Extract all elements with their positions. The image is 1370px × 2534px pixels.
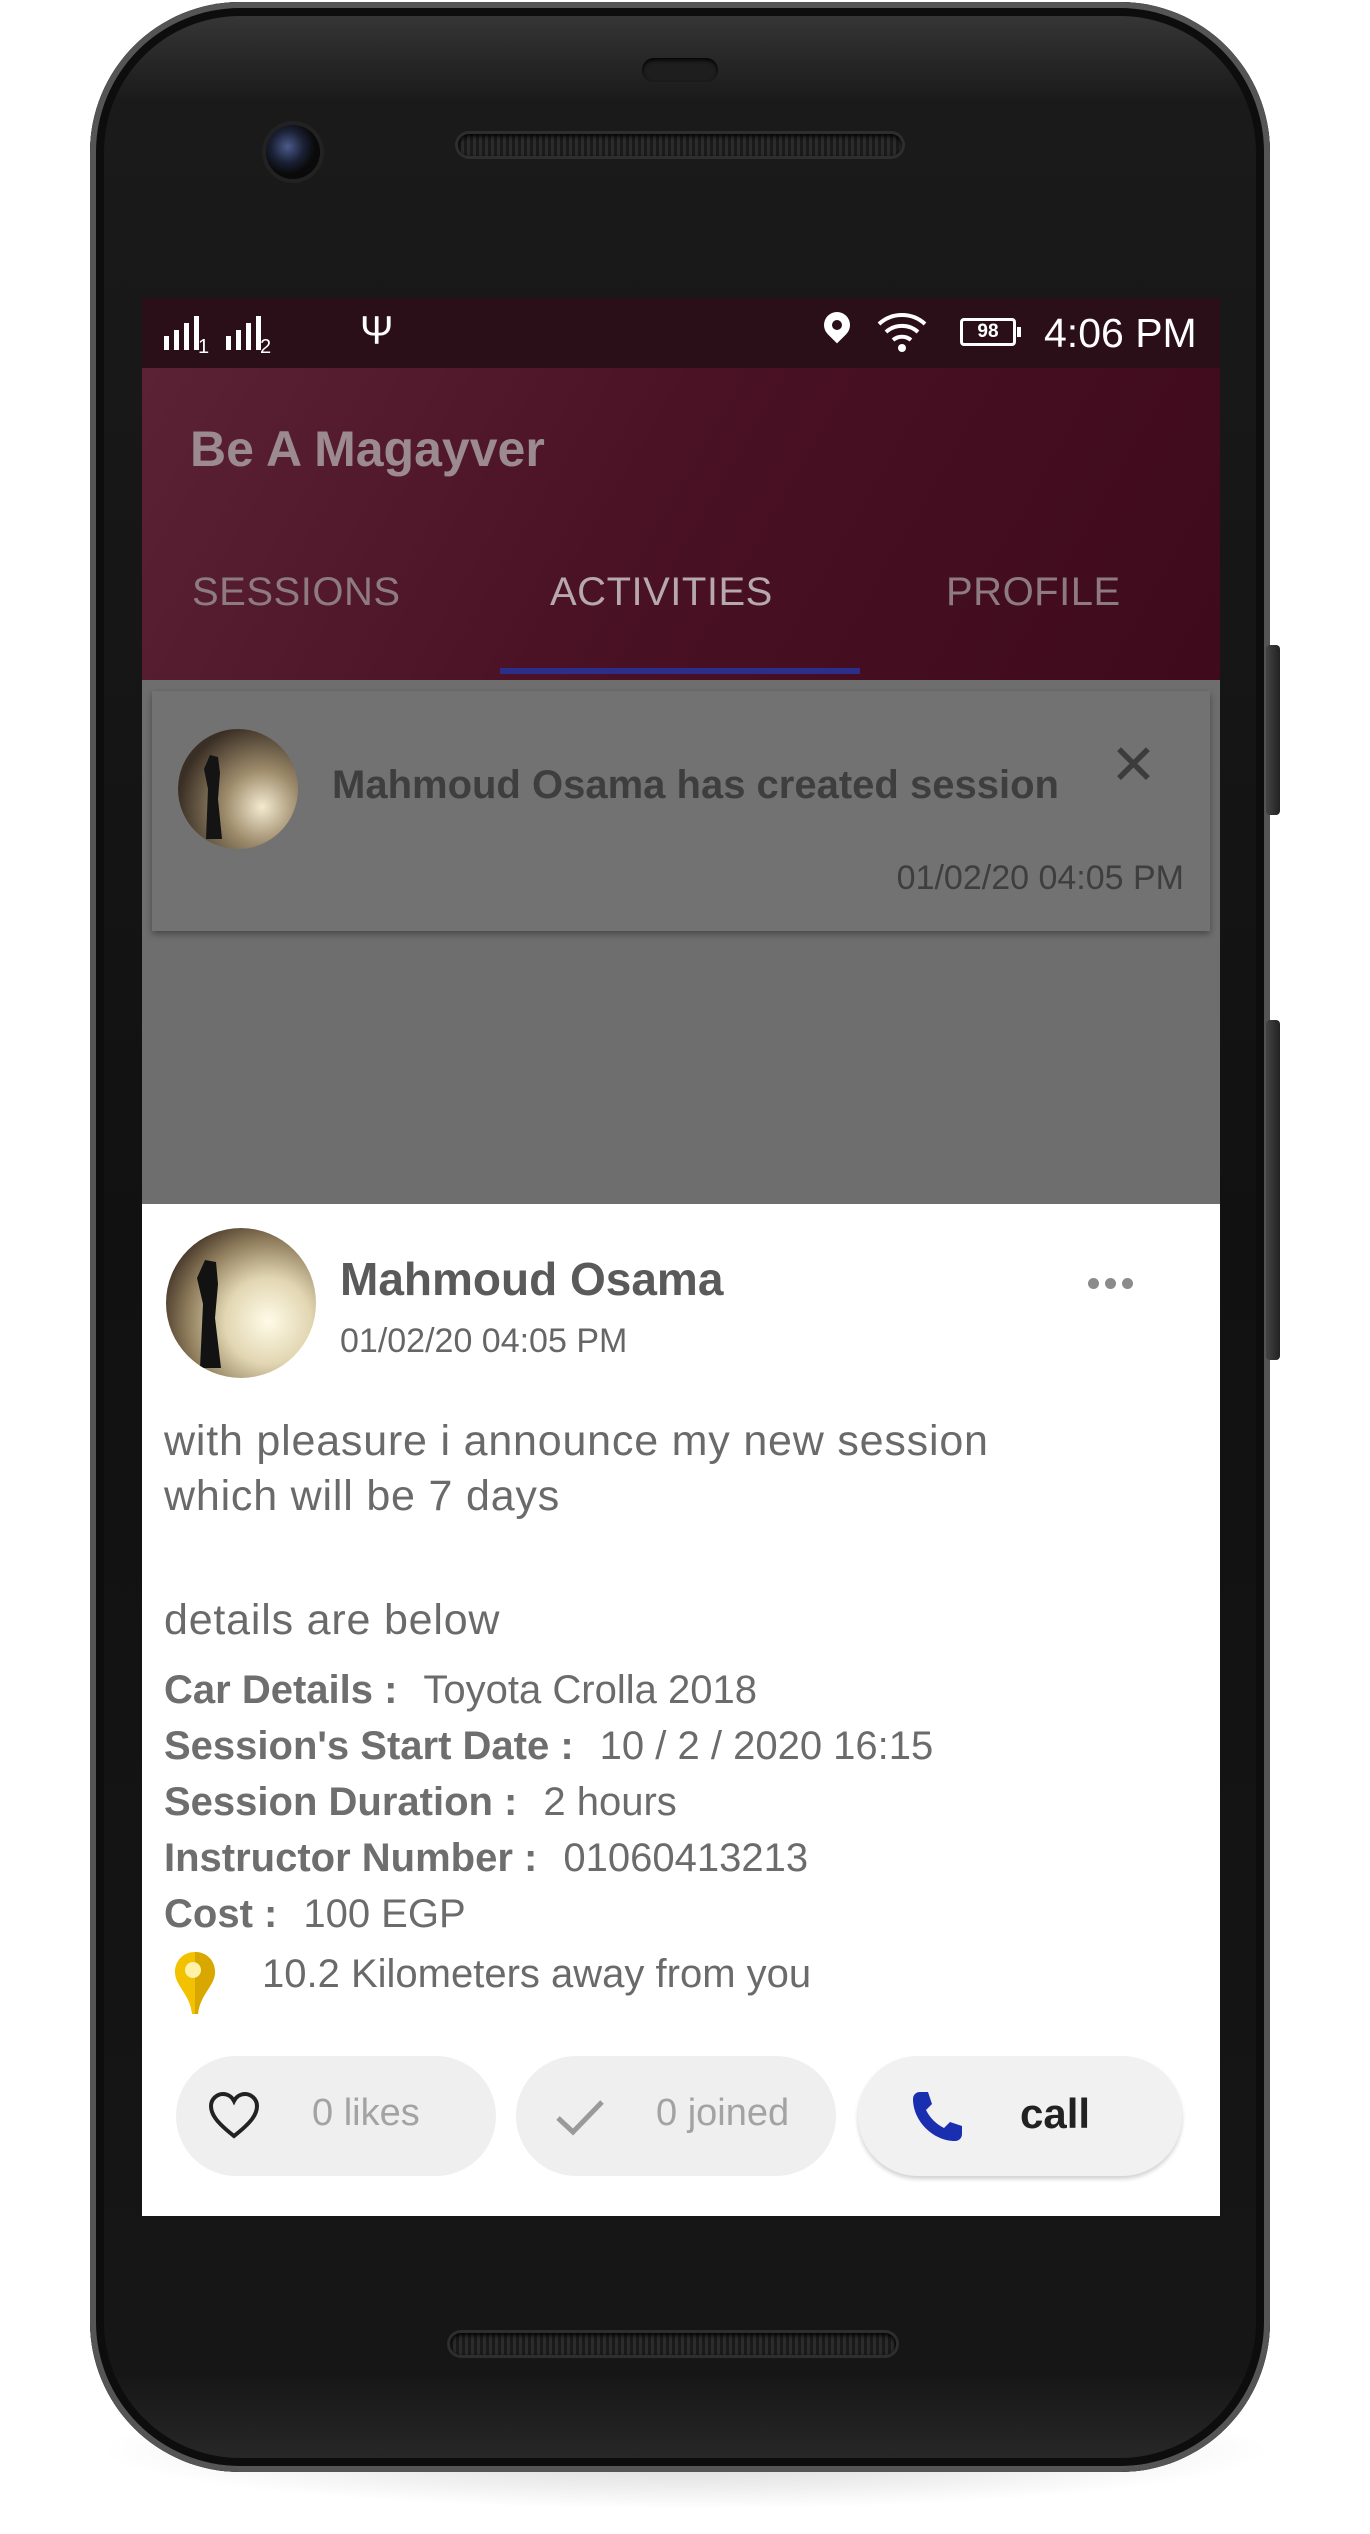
power-button bbox=[1266, 645, 1280, 815]
distance-text: 10.2 Kilometers away from you bbox=[262, 1952, 812, 1996]
app-bar: Be A Magayver SESSIONS ACTIVITIES PROFIL… bbox=[142, 368, 1220, 680]
activity-text: Mahmoud Osama has created session bbox=[332, 763, 1059, 807]
post-author[interactable]: Mahmoud Osama bbox=[340, 1252, 723, 1306]
detail-car: Car Details : Toyota Crolla 2018 bbox=[164, 1668, 757, 1713]
volume-button bbox=[1266, 1020, 1280, 1360]
signal-icon bbox=[226, 312, 261, 350]
detail-instructor-number: Instructor Number : 01060413213 bbox=[164, 1836, 808, 1881]
proximity-sensor bbox=[642, 58, 718, 82]
detail-value: 10 / 2 / 2020 16:15 bbox=[599, 1724, 934, 1768]
join-button[interactable]: 0 joined bbox=[516, 2056, 836, 2176]
status-bar: 1 2 Ψ 98 4:06 PM bbox=[142, 298, 1220, 368]
avatar[interactable] bbox=[166, 1228, 316, 1378]
detail-label: Instructor Number : bbox=[164, 1836, 538, 1880]
detail-value: 100 EGP bbox=[303, 1892, 466, 1936]
tab-indicator bbox=[500, 668, 860, 674]
more-options-icon[interactable] bbox=[1088, 1278, 1133, 1289]
signal-icon bbox=[164, 312, 199, 350]
usb-icon: Ψ bbox=[360, 309, 394, 353]
joined-label: 0 joined bbox=[656, 2092, 790, 2134]
post-time: 01/02/20 04:05 PM bbox=[340, 1322, 628, 1360]
bottom-speaker bbox=[450, 2333, 896, 2355]
sim1-label: 1 bbox=[198, 336, 210, 358]
detail-label: Cost : bbox=[164, 1892, 278, 1936]
activity-card[interactable]: Mahmoud Osama has created session ✕ 01/0… bbox=[152, 691, 1210, 931]
detail-duration: Session Duration : 2 hours bbox=[164, 1780, 677, 1825]
likes-label: 0 likes bbox=[312, 2092, 420, 2134]
sim2-label: 2 bbox=[260, 336, 272, 358]
like-button[interactable]: 0 likes bbox=[176, 2056, 496, 2176]
status-time: 4:06 PM bbox=[1044, 310, 1197, 356]
app-title: Be A Magayver bbox=[190, 421, 545, 477]
front-camera bbox=[266, 125, 320, 179]
phone-icon bbox=[913, 2092, 962, 2141]
activity-time: 01/02/20 04:05 PM bbox=[896, 859, 1184, 897]
wifi-icon bbox=[877, 313, 927, 352]
battery-icon: 98 bbox=[960, 318, 1021, 346]
checkmark-icon bbox=[556, 2100, 604, 2136]
screen: 1 2 Ψ 98 4:06 PM Be A Magayver SESSIONS … bbox=[142, 298, 1220, 2216]
location-icon bbox=[818, 306, 856, 344]
detail-label: Session's Start Date : bbox=[164, 1724, 574, 1768]
detail-label: Car Details : bbox=[164, 1668, 398, 1712]
post-bottom-sheet: Mahmoud Osama 01/02/20 04:05 PM with ple… bbox=[142, 1204, 1220, 2216]
earpiece-speaker bbox=[458, 134, 902, 156]
detail-cost: Cost : 100 EGP bbox=[164, 1892, 466, 1937]
close-icon[interactable]: ✕ bbox=[1110, 735, 1157, 795]
details-intro: details are below bbox=[164, 1596, 501, 1644]
post-body-line: with pleasure i announce my new session bbox=[164, 1417, 989, 1465]
avatar bbox=[178, 729, 298, 849]
tab-profile[interactable]: PROFILE bbox=[946, 570, 1121, 615]
call-button[interactable]: call bbox=[858, 2056, 1182, 2176]
call-label: call bbox=[1020, 2090, 1091, 2137]
detail-label: Session Duration : bbox=[164, 1780, 518, 1824]
map-pin-icon bbox=[175, 1952, 215, 2014]
detail-start-date: Session's Start Date : 10 / 2 / 2020 16:1… bbox=[164, 1724, 933, 1769]
post-body-line: which will be 7 days bbox=[164, 1472, 561, 1520]
detail-value: 2 hours bbox=[543, 1780, 677, 1824]
detail-value: Toyota Crolla 2018 bbox=[423, 1668, 757, 1712]
tab-sessions[interactable]: SESSIONS bbox=[192, 570, 401, 615]
tab-activities[interactable]: ACTIVITIES bbox=[550, 570, 773, 615]
post-body: with pleasure i announce my new session … bbox=[164, 1414, 1194, 1524]
heart-icon bbox=[208, 2091, 260, 2139]
detail-value: 01060413213 bbox=[563, 1836, 809, 1880]
